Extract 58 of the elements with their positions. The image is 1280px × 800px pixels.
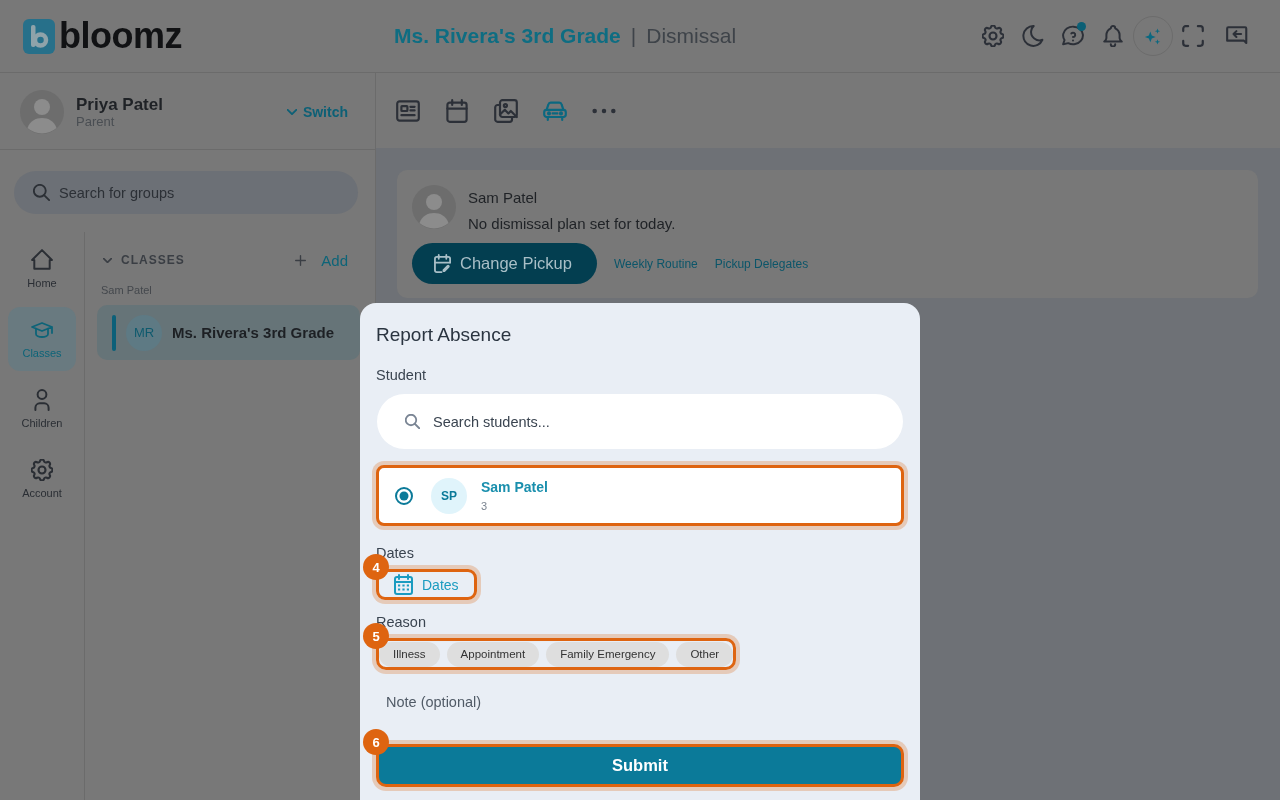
logo-text: bloomz — [59, 15, 182, 57]
link[interactable]: Pickup Delegates — [714, 256, 809, 271]
title-separator: | — [630, 24, 637, 48]
more-icon[interactable] — [592, 107, 616, 114]
reason-chip[interactable]: Family Emergency — [546, 641, 670, 667]
plus-icon — [295, 254, 307, 266]
class-title: Ms. Rivera's 3rd Grade — [394, 24, 621, 48]
calendar-icon — [394, 574, 413, 595]
dialog-title: Report Absence — [376, 323, 513, 347]
home-icon — [31, 249, 53, 271]
student-avatar: SP — [431, 477, 467, 514]
bell-icon[interactable] — [1102, 25, 1124, 47]
dismissal-message: No dismissal plan set for today. — [468, 215, 676, 233]
radio-selected-icon[interactable] — [395, 486, 413, 505]
avatar-icon — [412, 185, 456, 229]
class-name: Ms. Rivera's 3rd Grade — [172, 324, 334, 341]
moon-icon[interactable] — [1022, 25, 1044, 47]
nav-item[interactable]: Children — [8, 377, 76, 441]
search-icon — [405, 414, 420, 429]
logo-icon — [23, 18, 55, 54]
photos-icon[interactable] — [494, 98, 518, 123]
id-card-icon[interactable] — [396, 98, 420, 123]
student-name: Sam Patel — [468, 189, 539, 207]
user-name: Priya Patel — [76, 95, 163, 114]
graduation-cap-icon — [31, 319, 53, 341]
class-avatar: MR — [126, 314, 162, 351]
avatar-icon — [20, 90, 64, 134]
student-name: Sam Patel — [481, 478, 548, 496]
calendar-edit-icon — [434, 254, 452, 273]
person-icon — [31, 389, 53, 411]
gear-icon — [31, 459, 53, 481]
student-option[interactable]: SP Sam Patel 3 — [376, 465, 904, 526]
reason-chip[interactable]: Appointment — [446, 641, 540, 667]
fullscreen-icon[interactable] — [1182, 25, 1204, 47]
group-search-field[interactable]: Search for groups — [14, 171, 358, 214]
chevron-down-icon[interactable] — [103, 257, 112, 263]
chevron-down-icon — [286, 109, 297, 115]
section-heading: CLASSES — [121, 253, 185, 267]
exit-chat-icon[interactable] — [1226, 25, 1248, 47]
note-field[interactable]: Note (optional) — [376, 678, 904, 726]
nav-item[interactable]: Home — [8, 237, 76, 301]
reason-chip[interactable]: Other — [676, 641, 734, 667]
settings-icon[interactable] — [982, 25, 1004, 47]
student-grade: 3 — [481, 500, 489, 513]
switch-button[interactable]: Switch — [286, 104, 348, 120]
link[interactable]: Weekly Routine — [613, 256, 698, 271]
nav-item[interactable]: Account — [8, 447, 76, 511]
student-search-field[interactable]: Search students... — [377, 394, 903, 449]
sparkle-icon — [1144, 27, 1162, 45]
calendar-icon[interactable] — [445, 98, 469, 123]
change-pickup-button[interactable]: Change Pickup — [412, 243, 597, 284]
selection-bar — [112, 314, 116, 351]
reason-chip[interactable]: Illness — [379, 641, 440, 667]
page-title: Dismissal — [646, 24, 737, 48]
help-icon[interactable] — [1062, 25, 1084, 47]
field-label: Student — [376, 366, 427, 385]
class-item[interactable]: MR Ms. Rivera's 3rd Grade — [97, 305, 360, 360]
search-icon — [33, 184, 50, 201]
